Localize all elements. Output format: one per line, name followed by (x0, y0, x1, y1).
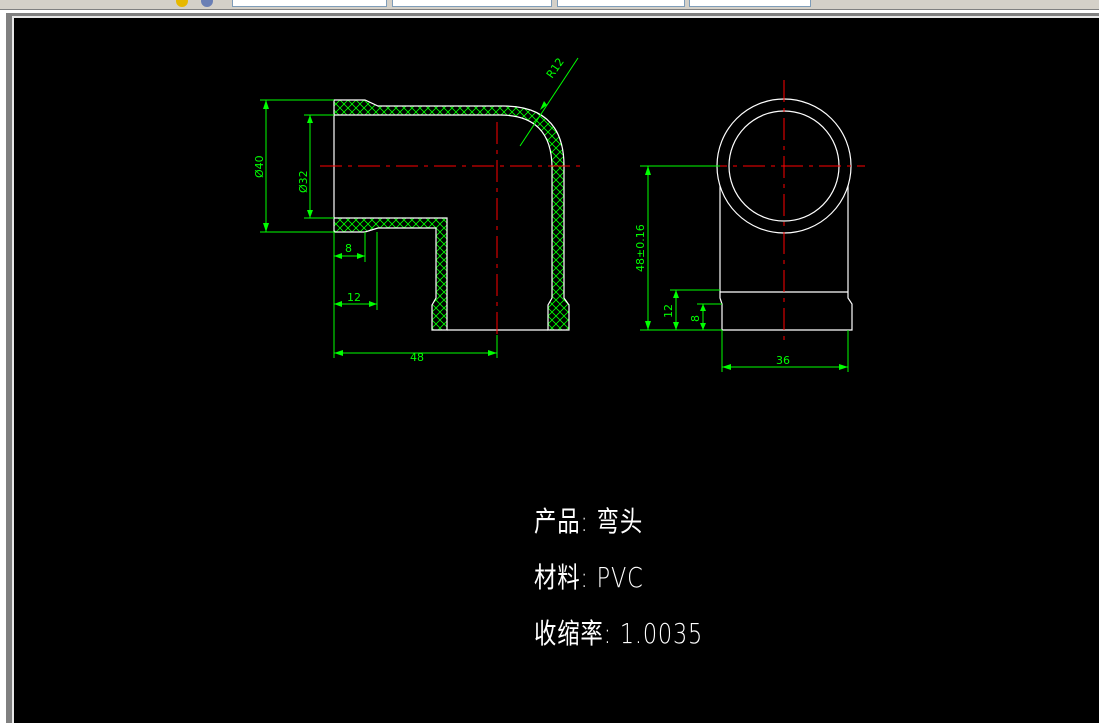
dim-length-48: 48 (410, 351, 424, 364)
front-section-view: Ø40 Ø32 R12 8 12 48 (253, 56, 583, 364)
socket-outline (719, 291, 853, 331)
dim-radius: R12 (544, 56, 567, 81)
dim-height-48: 48±0.16 (634, 224, 647, 272)
hatch-inner-wall (333, 217, 448, 331)
note-product: 产品: 弯头 (534, 505, 644, 538)
dim-outer-diameter: Ø40 (253, 155, 266, 178)
dim-inner-diameter: Ø32 (297, 170, 310, 193)
dim-socket-12: 12 (347, 291, 361, 304)
dim-side-8: 8 (689, 315, 702, 322)
hatch-outer-wall (333, 99, 570, 331)
title-notes: 产品: 弯头 材料: PVC 收缩率: 1.0035 (534, 498, 745, 666)
dim-width-36: 36 (776, 354, 790, 367)
dim-side-12: 12 (662, 304, 675, 318)
note-material: 材料: PVC (534, 561, 644, 594)
note-shrinkage: 收缩率: 1.0035 (534, 617, 704, 650)
dim-socket-8: 8 (345, 242, 352, 255)
side-view: 48±0.16 12 8 36 (634, 80, 865, 372)
